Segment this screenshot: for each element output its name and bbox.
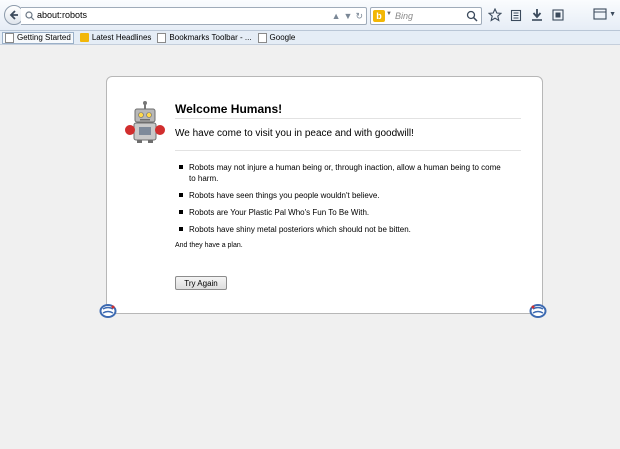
page-content: Welcome Humans! We have come to visit yo… [0, 46, 620, 449]
search-bar[interactable]: b ▼ Bing [370, 7, 482, 25]
plan-text: And they have a plan. [175, 242, 243, 249]
menu-dropdown-icon: ▼ [609, 10, 616, 18]
back-arrow-icon [9, 10, 18, 20]
page-subtitle: We have come to visit you in peace and w… [175, 128, 414, 139]
navigation-toolbar: about:robots ▲ ▼ ↻ b ▼ Bing ▼ [0, 0, 620, 31]
download-icon[interactable] [530, 8, 544, 22]
bookmark-label: Google [269, 33, 296, 42]
rss-icon [79, 33, 89, 42]
lock-icon [25, 11, 35, 21]
page-icon [157, 32, 167, 43]
bookmark-getting-started[interactable]: Getting Started [2, 31, 74, 44]
star-icon[interactable] [488, 8, 502, 22]
list-item: Robots may not injure a human being or, … [179, 162, 509, 184]
engine-dropdown-icon[interactable]: ▼ [386, 11, 392, 17]
divider [175, 118, 521, 119]
list-item: Robots have seen things you people would… [179, 190, 509, 201]
reload-icon[interactable]: ↻ [355, 10, 363, 22]
url-text[interactable]: about:robots [37, 10, 87, 20]
robot-laws-list: Robots may not injure a human being or, … [179, 162, 509, 241]
robot-icon [124, 99, 166, 143]
bookmark-latest-headlines[interactable]: Latest Headlines [79, 33, 152, 42]
search-placeholder: Bing [395, 11, 414, 21]
menu-icon [593, 8, 607, 20]
search-icon[interactable] [466, 10, 478, 22]
page-icon [257, 32, 267, 43]
identity-icon[interactable]: ▲ [332, 10, 341, 22]
bookmark-label: Getting Started [17, 33, 71, 42]
bookmark-toolbar[interactable]: Bookmarks Toolbar - ... [157, 32, 252, 43]
bolt-icon [529, 304, 547, 318]
divider [175, 150, 521, 151]
list-item: Robots have shiny metal posteriors which… [179, 224, 509, 235]
menu-button[interactable]: ▼ [593, 8, 616, 20]
dropdown-icon[interactable]: ▼ [344, 10, 353, 22]
page-icon [5, 32, 14, 43]
list-item: Robots are Your Plastic Pal Who's Fun To… [179, 207, 509, 218]
page-title: Welcome Humans! [175, 102, 283, 116]
try-again-button[interactable]: Try Again [175, 276, 227, 290]
bookmark-label: Latest Headlines [91, 33, 152, 42]
home-icon[interactable] [551, 8, 565, 22]
url-bar[interactable]: about:robots ▲ ▼ ↻ [21, 7, 367, 25]
bookmark-label: Bookmarks Toolbar - ... [169, 33, 252, 42]
bookmarks-list-icon[interactable] [509, 8, 523, 22]
bing-logo[interactable]: b [373, 10, 385, 22]
bolt-icon [99, 304, 117, 318]
robots-card: Welcome Humans! We have come to visit yo… [106, 76, 543, 314]
bookmarks-toolbar: Getting Started Latest Headlines Bookmar… [0, 31, 620, 45]
bookmark-google[interactable]: Google [257, 32, 296, 43]
